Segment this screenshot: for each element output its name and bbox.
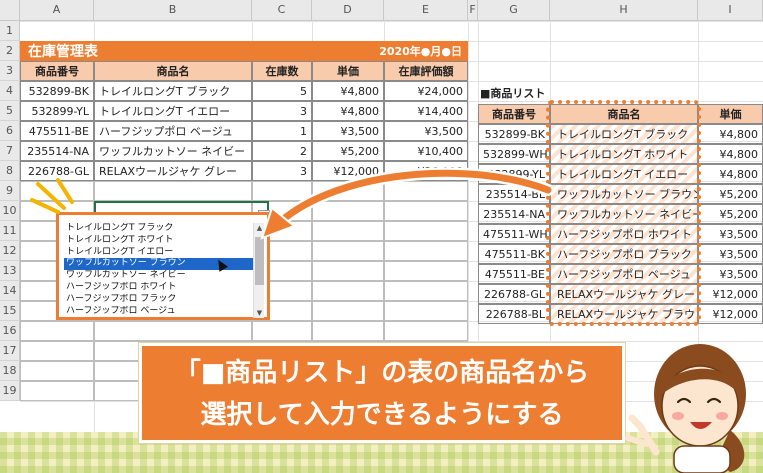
caption-banner: 「■商品リスト」の表の商品名から 選択して入力できるようにする bbox=[139, 343, 625, 443]
woman-character-icon bbox=[625, 344, 746, 473]
sparkle-icon bbox=[30, 178, 74, 214]
caption-line-1: 「■商品リスト」の表の商品名から bbox=[174, 358, 590, 388]
caption-line-2: 選択して入力できるようにする bbox=[200, 400, 564, 430]
